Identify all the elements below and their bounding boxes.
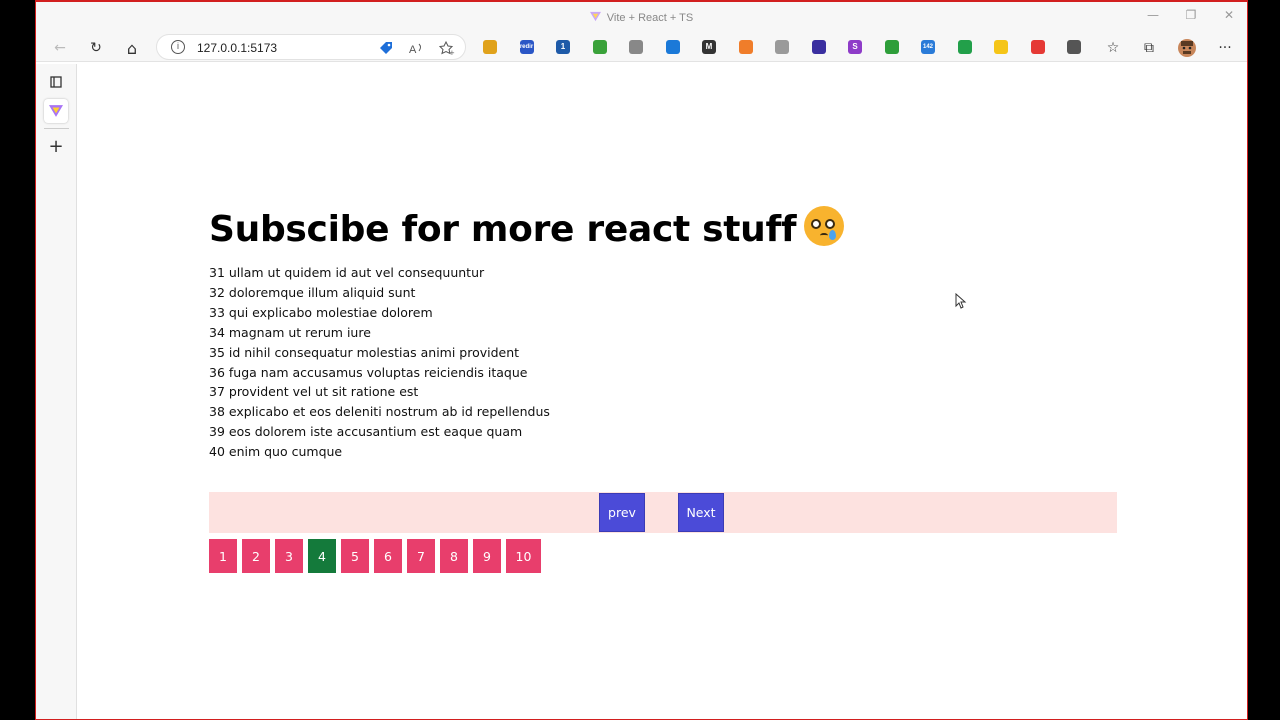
sidebar-divider — [44, 128, 69, 129]
page-button-7[interactable]: 7 — [407, 539, 435, 573]
mouse-cursor-icon — [955, 293, 967, 309]
page-content: Subscibe for more react stuff 31 ullam u… — [77, 64, 1247, 719]
grey-extension-icon[interactable] — [775, 40, 789, 54]
page-button-5[interactable]: 5 — [341, 539, 369, 573]
list-item: 38 explicabo et eos deleniti nostrum ab … — [209, 404, 550, 420]
page-button-4[interactable]: 4 — [308, 539, 336, 573]
profile-avatar[interactable] — [1176, 37, 1198, 59]
page-button-3[interactable]: 3 — [275, 539, 303, 573]
reload-button[interactable]: ↻ — [85, 37, 107, 59]
favorites-button[interactable]: ☆ — [1102, 37, 1124, 59]
puzzle-extension-icon[interactable] — [1067, 40, 1081, 54]
counter-extension-icon[interactable]: 1 — [556, 40, 570, 54]
item-list: 31 ullam ut quidem id aut vel consequunt… — [209, 263, 550, 462]
list-item: 40 enim quo cumque — [209, 444, 343, 460]
vite-logo-icon — [589, 11, 601, 22]
list-item: 34 magnam ut rerum iure — [209, 324, 371, 340]
close-button[interactable]: ✕ — [1214, 8, 1244, 22]
restore-button[interactable]: ❐ — [1176, 8, 1206, 22]
vertical-tabs-sidebar: + — [36, 64, 77, 719]
list-item: 39 eos dolorem iste accusantium est eaqu… — [209, 424, 523, 440]
add-favorite-icon[interactable]: + — [439, 41, 455, 55]
more-menu-button[interactable]: ··· — [1214, 37, 1236, 59]
play-extension-icon[interactable] — [1030, 40, 1045, 54]
orange-extension-icon[interactable] — [738, 40, 753, 54]
sunflower-extension-icon[interactable] — [483, 40, 497, 54]
list-item: 35 id nihil consequatur molestias animi … — [209, 344, 520, 360]
badge-142-extension-icon[interactable]: 142 — [921, 40, 935, 54]
browser-toolbar: ← ↻ ⌂ i 127.0.0.1:5173 A + redir 1 M S 142 ☆… — [36, 32, 1247, 62]
page-button-1[interactable]: 1 — [209, 539, 237, 573]
title-bar: Vite + React + TS — ❐ ✕ — [36, 2, 1247, 32]
page-number-buttons: 1 2 3 4 5 6 7 8 9 10 — [209, 539, 546, 573]
window-title-text: Vite + React + TS — [606, 12, 694, 24]
list-item: 36 fuga nam accusamus voluptas reiciendi… — [209, 364, 528, 380]
s-extension-icon[interactable]: S — [848, 40, 862, 54]
indigo-extension-icon[interactable] — [811, 40, 826, 54]
page-button-6[interactable]: 6 — [374, 539, 402, 573]
list-item: 33 qui explicabo molestiae dolorem — [209, 304, 433, 320]
list-item: 37 provident vel ut sit ratione est — [209, 384, 419, 400]
back-button[interactable]: ← — [49, 37, 71, 59]
prev-button[interactable]: prev — [599, 493, 645, 532]
circle-blue-extension-icon[interactable] — [665, 40, 680, 54]
avatar-icon — [1178, 39, 1196, 57]
yellow-extension-icon[interactable] — [994, 40, 1008, 54]
sad-face-emoji-icon — [804, 206, 845, 246]
minimize-button[interactable]: — — [1138, 8, 1168, 22]
m-extension-icon[interactable]: M — [702, 40, 716, 54]
svg-text:A: A — [409, 44, 417, 55]
frog-extension-icon[interactable] — [884, 40, 899, 54]
shield-extension-icon[interactable] — [592, 40, 607, 54]
svg-text:+: + — [449, 49, 455, 55]
browser-window: Vite + React + TS — ❐ ✕ ← ↻ ⌂ i 127.0.0.… — [35, 0, 1248, 720]
new-tab-plus-icon[interactable]: + — [44, 134, 68, 158]
page-title-text: Subscibe for more react stuff — [209, 209, 797, 250]
page-button-9[interactable]: 9 — [473, 539, 501, 573]
site-info-icon[interactable]: i — [171, 40, 185, 54]
window-title: Vite + React + TS — [36, 11, 1247, 24]
tab-actions-icon[interactable] — [44, 70, 68, 94]
next-button[interactable]: Next — [678, 493, 724, 532]
vite-favicon-icon — [49, 105, 63, 117]
collections-button[interactable]: ⧉ — [1138, 37, 1160, 59]
redirect-extension-icon[interactable]: redir — [519, 40, 534, 54]
list-item: 32 doloremque illum aliquid sunt — [209, 284, 416, 300]
read-aloud-icon[interactable]: A — [409, 41, 425, 55]
page-button-10[interactable]: 10 — [506, 539, 541, 573]
address-bar[interactable]: i 127.0.0.1:5173 A + — [156, 34, 466, 60]
home-button[interactable]: ⌂ — [121, 37, 143, 59]
green-dollar-extension-icon[interactable] — [957, 40, 972, 54]
pagination-nav: prev Next — [209, 492, 1117, 533]
url-text[interactable]: 127.0.0.1:5173 — [197, 41, 277, 55]
page-title: Subscibe for more react stuff — [209, 206, 845, 250]
cube-extension-icon[interactable] — [629, 40, 643, 54]
page-button-2[interactable]: 2 — [242, 539, 270, 573]
tag-icon[interactable] — [379, 41, 393, 55]
page-button-8[interactable]: 8 — [440, 539, 468, 573]
vite-tab[interactable] — [44, 99, 68, 123]
list-item: 31 ullam ut quidem id aut vel consequunt… — [209, 265, 485, 280]
